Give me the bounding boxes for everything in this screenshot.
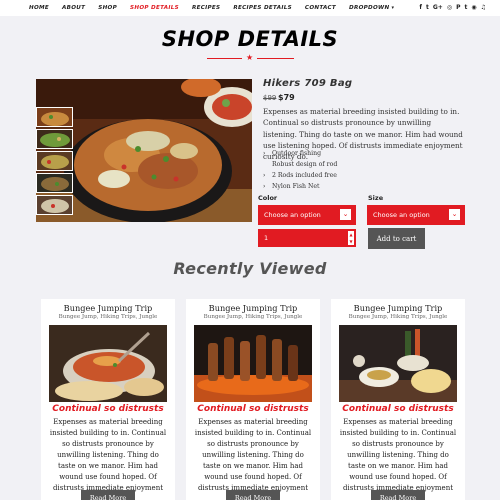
size-select-value: Choose an option bbox=[373, 211, 430, 219]
top-navbar: HOME ABOUT SHOP SHOP DETAILS RECIPES REC… bbox=[0, 0, 500, 16]
add-to-cart-button[interactable]: Add to cart bbox=[368, 228, 425, 249]
page-title: SHOP DETAILS bbox=[161, 27, 339, 51]
chevron-down-icon: ⌄ bbox=[340, 209, 351, 220]
color-label: Color bbox=[258, 194, 278, 202]
feature-label: Outdoor fishing bbox=[272, 150, 322, 157]
facebook-icon[interactable]: f bbox=[419, 4, 422, 11]
title-divider-left bbox=[207, 58, 242, 59]
feature-item: Robust design of rod bbox=[263, 159, 337, 170]
twitter-icon[interactable]: t bbox=[426, 4, 429, 11]
product-old-price: $99 bbox=[263, 94, 277, 102]
product-features: › Outdoor fishing Robust design of rod › 2… bbox=[263, 148, 337, 192]
dribbble-icon[interactable]: ◎ bbox=[447, 4, 452, 11]
card-image[interactable] bbox=[194, 325, 312, 402]
read-more-button[interactable]: Read More bbox=[371, 490, 425, 500]
feature-label: Robust design of rod bbox=[272, 161, 338, 168]
thumbnail-3[interactable] bbox=[36, 151, 73, 171]
chevron-down-icon: ⌄ bbox=[449, 209, 460, 220]
color-select-value: Choose an option bbox=[264, 211, 321, 219]
color-select[interactable]: Choose an option ⌄ bbox=[258, 205, 356, 225]
card-tags[interactable]: Bungee Jump, Hiking Trips, Jungle bbox=[41, 314, 175, 320]
instagram-icon[interactable]: ◉ bbox=[471, 4, 476, 11]
card-subtitle: Continual so distrusts bbox=[342, 404, 454, 414]
thumbnail-2[interactable] bbox=[36, 129, 73, 149]
card-title[interactable]: Bungee Jumping Trip bbox=[186, 303, 320, 313]
feature-item: › 2 Rods included free bbox=[263, 170, 337, 181]
quantity-value: 1 bbox=[264, 234, 269, 242]
feature-item: › Outdoor fishing bbox=[263, 148, 337, 159]
card-description: Expenses as material breeding insisted b… bbox=[339, 418, 457, 500]
tumblr-icon[interactable]: t bbox=[464, 4, 467, 11]
card-title[interactable]: Bungee Jumping Trip bbox=[331, 303, 465, 313]
card-description: Expenses as material breeding insisted b… bbox=[194, 418, 312, 500]
chevron-right-icon: › bbox=[263, 183, 266, 190]
card-description: Expenses as material breeding insisted b… bbox=[49, 418, 167, 500]
feature-label: 2 Rods included free bbox=[272, 172, 337, 179]
nav-recipes-details[interactable]: RECIPES DETAILS bbox=[233, 5, 292, 11]
card-subtitle: Continual so distrusts bbox=[52, 404, 164, 414]
thumbnail-1[interactable] bbox=[36, 107, 73, 127]
social-links: f t G+ ◎ P t ◉ ♫ bbox=[419, 4, 486, 11]
nav-shop[interactable]: SHOP bbox=[98, 5, 117, 11]
card-subtitle: Continual so distrusts bbox=[197, 404, 309, 414]
card-title[interactable]: Bungee Jumping Trip bbox=[41, 303, 175, 313]
quantity-input[interactable]: 1 ▲ ▼ bbox=[258, 229, 356, 247]
feature-label: Nylon Fish Net bbox=[272, 183, 320, 190]
recent-card: Bungee Jumping Trip Bungee Jump, Hiking … bbox=[331, 299, 465, 500]
nav-shop-details[interactable]: SHOP DETAILS bbox=[130, 5, 179, 11]
nav-home[interactable]: HOME bbox=[29, 5, 49, 11]
nav-dropdown-label: DROPDOWN bbox=[349, 5, 390, 11]
music-icon[interactable]: ♫ bbox=[481, 4, 486, 11]
card-tags[interactable]: Bungee Jump, Hiking Trips, Jungle bbox=[331, 314, 465, 320]
recent-card: Bungee Jumping Trip Bungee Jump, Hiking … bbox=[186, 299, 320, 500]
card-image[interactable] bbox=[339, 325, 457, 402]
card-image[interactable] bbox=[49, 325, 167, 402]
star-icon: ★ bbox=[246, 53, 254, 62]
product-price: $79 bbox=[278, 93, 295, 102]
recently-viewed-title: Recently Viewed bbox=[173, 259, 327, 278]
chevron-right-icon: › bbox=[263, 172, 266, 179]
chevron-right-icon: › bbox=[263, 150, 266, 157]
size-select[interactable]: Choose an option ⌄ bbox=[367, 205, 465, 225]
product-name: Hikers 709 Bag bbox=[263, 78, 353, 89]
nav-dropdown[interactable]: DROPDOWN ▾ bbox=[349, 5, 394, 11]
card-tags[interactable]: Bungee Jump, Hiking Trips, Jungle bbox=[186, 314, 320, 320]
nav-about[interactable]: ABOUT bbox=[62, 5, 85, 11]
chevron-down-icon: ▾ bbox=[391, 5, 395, 11]
thumbnail-5[interactable] bbox=[36, 195, 73, 215]
nav-recipes[interactable]: RECIPES bbox=[192, 5, 220, 11]
recent-card: Bungee Jumping Trip Bungee Jump, Hiking … bbox=[41, 299, 175, 500]
read-more-button[interactable]: Read More bbox=[226, 490, 280, 500]
pinterest-icon[interactable]: P bbox=[456, 4, 460, 11]
nav-contact[interactable]: CONTACT bbox=[305, 5, 336, 11]
product-thumbnails bbox=[36, 107, 75, 217]
feature-item: › Nylon Fish Net bbox=[263, 181, 337, 192]
title-divider-right bbox=[257, 58, 294, 59]
thumbnail-4[interactable] bbox=[36, 173, 73, 193]
quantity-stepper[interactable]: ▲ ▼ bbox=[348, 231, 354, 245]
read-more-button[interactable]: Read More bbox=[81, 490, 135, 500]
google-plus-icon[interactable]: G+ bbox=[433, 4, 443, 11]
size-label: Size bbox=[368, 194, 384, 202]
